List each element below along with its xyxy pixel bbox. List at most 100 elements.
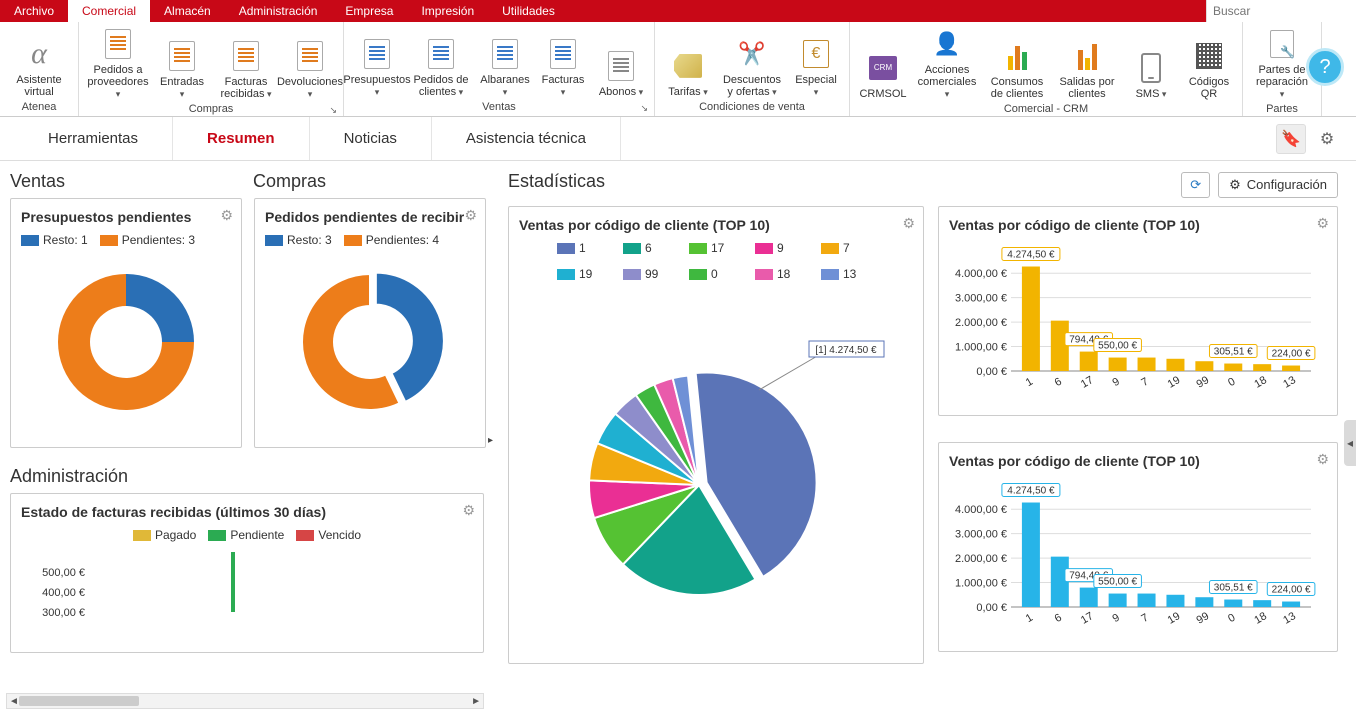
subtab-asistencia-técnica[interactable]: Asistencia técnica: [432, 117, 621, 160]
ribbon-presup[interactable]: Presupuestos: [348, 24, 406, 100]
legend-item: 7: [821, 241, 875, 255]
gear-icon[interactable]: ⚙: [220, 207, 233, 224]
svg-text:1: 1: [1024, 612, 1035, 625]
launcher-icon[interactable]: ↘: [640, 103, 648, 114]
ribbon-fact-rec[interactable]: Facturas recibidas: [211, 24, 281, 102]
ribbon-cons-cli[interactable]: Consumos de clientes: [982, 24, 1052, 102]
svg-text:550,00 €: 550,00 €: [1098, 341, 1137, 352]
legend-item: Resto: 1: [21, 233, 88, 247]
collapse-handle[interactable]: ◂: [1344, 420, 1356, 466]
especial-icon: €: [803, 36, 829, 72]
svg-text:4.274,50 €: 4.274,50 €: [1007, 486, 1055, 497]
legend-item: Pendientes: 3: [100, 233, 195, 247]
ribbon-ped-prov[interactable]: Pedidos a proveedores: [83, 24, 153, 102]
bookmark-icon[interactable]: 🔖: [1276, 124, 1306, 154]
ribbon-entradas[interactable]: Entradas: [153, 24, 211, 102]
menu-archivo[interactable]: Archivo: [0, 0, 68, 22]
card-presupuestos: ⚙ Presupuestos pendientes Resto: 1Pendie…: [10, 198, 242, 448]
ribbon-acc-com[interactable]: 👤Acciones comerciales: [912, 24, 982, 102]
ribbon-tarifas[interactable]: Tarifas: [659, 24, 717, 100]
cons-cli-icon: [1008, 38, 1027, 74]
search-box[interactable]: [1206, 0, 1356, 22]
ribbon-qr[interactable]: Códigos QR: [1180, 24, 1238, 102]
ribbon-group-atenea: αAsistente virtualAtenea: [0, 22, 79, 116]
menu-impresión[interactable]: Impresión: [407, 0, 488, 22]
ribbon-group-compras: Pedidos a proveedoresEntradasFacturas re…: [79, 22, 344, 116]
svg-text:13: 13: [1281, 374, 1298, 391]
pie-top10: [1] 4.274,50 €: [519, 285, 899, 645]
ribbon-crmsol[interactable]: CRMCRMSOL: [854, 24, 912, 102]
ribbon-abonos[interactable]: Abonos: [592, 24, 650, 100]
donut-presupuestos: [21, 257, 231, 427]
ribbon-asistente[interactable]: αAsistente virtual: [4, 24, 74, 100]
gear-icon: ⚙: [1229, 177, 1241, 193]
ribbon-group-ventas: PresupuestosPedidos de clientesAlbaranes…: [344, 22, 655, 116]
ribbon-ped-cli[interactable]: Pedidos de clientes: [406, 24, 476, 100]
svg-text:0: 0: [1226, 376, 1237, 389]
subtabs: HerramientasResumenNoticiasAsistencia té…: [0, 117, 1356, 161]
acc-com-icon: 👤: [934, 26, 960, 62]
menu-administración[interactable]: Administración: [225, 0, 332, 22]
help-fab[interactable]: ?: [1306, 48, 1344, 86]
ribbon-facturas[interactable]: Facturas: [534, 24, 592, 100]
splitter[interactable]: [490, 161, 498, 709]
legend-item: 17: [689, 241, 743, 255]
menu-empresa[interactable]: Empresa: [331, 0, 407, 22]
donut2-legend: Resto: 3Pendientes: 4: [265, 233, 475, 247]
search-input[interactable]: [1213, 4, 1350, 18]
launcher-icon[interactable]: ↘: [329, 105, 337, 116]
pie-top10-legend: 161797199901813: [536, 241, 896, 281]
gear-icon[interactable]: ⚙: [1316, 451, 1329, 468]
gear-icon[interactable]: ⚙: [902, 215, 915, 232]
legend-item: 9: [755, 241, 809, 255]
legend-item: 18: [755, 267, 809, 281]
ribbon-sal-cli[interactable]: Salidas por clientes: [1052, 24, 1122, 102]
menu-utilidades[interactable]: Utilidades: [488, 0, 569, 22]
subtab-noticias[interactable]: Noticias: [310, 117, 432, 160]
svg-text:400,00 €: 400,00 €: [42, 587, 85, 599]
legend-item: Resto: 3: [265, 233, 332, 247]
svg-text:4.000,00 €: 4.000,00 €: [955, 268, 1007, 280]
svg-text:17: 17: [1079, 610, 1096, 627]
svg-text:[1] 4.274,50 €: [1] 4.274,50 €: [815, 345, 877, 356]
ribbon-group-comercial---crm: CRMCRMSOL👤Acciones comercialesConsumos d…: [850, 22, 1243, 116]
ribbon-sms[interactable]: SMS: [1122, 24, 1180, 102]
legend-item: 99: [623, 267, 677, 281]
horizontal-scrollbar[interactable]: ◄►: [6, 693, 484, 709]
svg-text:7: 7: [1139, 376, 1150, 389]
menu-comercial[interactable]: Comercial: [68, 0, 150, 22]
svg-text:17: 17: [1079, 374, 1096, 391]
svg-text:6: 6: [1053, 376, 1064, 389]
subtab-resumen[interactable]: Resumen: [173, 117, 310, 160]
ribbon-especial[interactable]: €Especial: [787, 24, 845, 100]
crmsol-icon: CRM: [869, 50, 897, 86]
menubar: ArchivoComercialAlmacénAdministraciónEmp…: [0, 0, 1356, 22]
svg-text:99: 99: [1195, 374, 1212, 391]
ventas-title: Ventas: [10, 171, 241, 192]
asistente-icon: α: [31, 36, 47, 72]
devol-icon: [297, 38, 323, 74]
ribbon-albaranes[interactable]: Albaranes: [476, 24, 534, 100]
gear-icon[interactable]: ⚙: [462, 502, 475, 519]
config-button[interactable]: ⚙Configuración: [1218, 172, 1338, 198]
subtab-herramientas[interactable]: Herramientas: [14, 117, 173, 160]
ribbon-devol[interactable]: Devoluciones: [281, 24, 339, 102]
svg-text:9: 9: [1110, 376, 1121, 389]
card-title: Pedidos pendientes de recibir: [265, 209, 475, 225]
sms-icon: [1141, 50, 1161, 86]
refresh-button[interactable]: ⟳: [1181, 172, 1210, 198]
svg-text:500,00 €: 500,00 €: [42, 567, 85, 579]
ribbon-desc[interactable]: ✂️Descuentos y ofertas: [717, 24, 787, 100]
gear-icon[interactable]: ⚙: [464, 207, 477, 224]
svg-text:224,00 €: 224,00 €: [1272, 349, 1311, 360]
card-title: Ventas por código de cliente (TOP 10): [519, 217, 913, 233]
bar-top10-a: 0,00 €1.000,00 €2.000,00 €3.000,00 €4.00…: [949, 241, 1319, 401]
gear-icon[interactable]: ⚙: [1316, 215, 1329, 232]
partes-icon: [1270, 26, 1294, 62]
menu-almacén[interactable]: Almacén: [150, 0, 225, 22]
svg-text:2.000,00 €: 2.000,00 €: [955, 317, 1007, 329]
svg-text:99: 99: [1195, 610, 1212, 627]
legend-item: Pagado: [133, 528, 196, 542]
donut-pedidos: [265, 257, 475, 427]
gear-icon[interactable]: ⚙: [1312, 124, 1342, 154]
